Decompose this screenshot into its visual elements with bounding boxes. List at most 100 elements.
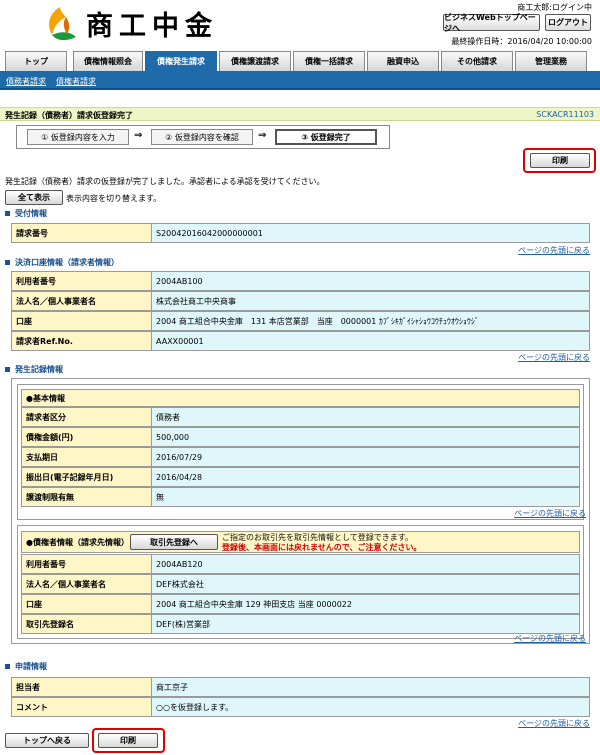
row-value: ○○を仮登録します。 (152, 698, 589, 716)
basic-row-due-date: 支払期日 2016/07/29 (21, 447, 580, 467)
section-receipt-title: 受付情報 (15, 209, 47, 218)
tab-credit-inquiry[interactable]: 債権情報照会 (73, 51, 143, 71)
print-button-top[interactable]: 印刷 (530, 153, 590, 168)
last-operation-time: 最終操作日時：2016/04/20 10:00:00 (451, 37, 592, 46)
creditor-row-account: 口座 2004 商工組合中央金庫 129 神田支店 当座 0000022 (21, 594, 580, 614)
step-1: ① 仮登録内容を入力 (27, 129, 129, 145)
section-receipt: 受付情報 (5, 208, 47, 219)
row-label: 担当者 (12, 678, 152, 696)
section-square-icon (5, 367, 10, 372)
biz-web-top-button[interactable]: ビジネスWebトップページへ (443, 13, 540, 33)
row-value: 2004AB120 (152, 555, 579, 573)
basic-info-title: ●基本情報 (21, 389, 580, 407)
row-value: DEF株式会社 (152, 575, 579, 593)
row-label: 譲渡制限有無 (22, 488, 152, 506)
section-application-title: 申請情報 (15, 662, 47, 671)
section-occurrence-title: 発生記録情報 (15, 365, 63, 374)
row-label: コメント (12, 698, 152, 716)
basic-row-transfer-restriction: 譲渡制限有無無 (21, 487, 580, 507)
section-settlement: 決済口座情報（請求者情報） (5, 257, 119, 268)
show-all-button[interactable]: 全て表示 (5, 190, 63, 205)
register-partner-button[interactable]: 取引先登録へ (130, 534, 218, 550)
logout-button[interactable]: ログアウト (545, 14, 591, 31)
row-value: AAXX00001 (152, 332, 589, 350)
row-label: 法人名／個人事業者名 (12, 292, 152, 310)
row-label: 口座 (12, 312, 152, 330)
page-title: 発生記録（債務者）請求仮登録完了 (5, 111, 133, 120)
row-value: 無 (152, 488, 579, 506)
screen-code: SCKACR11103 (536, 110, 594, 119)
tab-top[interactable]: トップ (5, 51, 67, 71)
to-top-link-1[interactable]: ページの先頭に戻る (518, 245, 590, 256)
sub-nav: 債務者請求 債権者請求 (0, 71, 600, 90)
step-3-current: ③ 仮登録完了 (275, 129, 377, 145)
row-value: 2004 商工組合中央金庫 131 本店営業部 当座 0000001 ｶﾌﾞｼｷ… (152, 312, 589, 330)
basic-row-issue-date: 振出日(電子記録年月日) 2016/04/28 (21, 467, 580, 487)
row-value: 2016/07/29 (152, 448, 579, 466)
settlement-row-account: 口座 2004 商工組合中央金庫 131 本店営業部 当座 0000001 ｶﾌﾞ… (11, 311, 590, 331)
step-indicator: ① 仮登録内容を入力 ⇒ ② 仮登録内容を確認 ⇒ ③ 仮登録完了 (16, 125, 390, 149)
creditor-row-user-number: 利用者番号 2004AB120 (21, 554, 580, 574)
row-value: 株式会社商工中央商事 (152, 292, 589, 310)
tab-admin[interactable]: 管理業務 (515, 51, 587, 71)
row-label: 振出日(電子記録年月日) (22, 468, 152, 486)
row-label: 利用者番号 (12, 272, 152, 290)
section-square-icon (5, 211, 10, 216)
shokochukin-logo-icon (49, 6, 76, 40)
creditor-info-title: ●債権者情報（請求先情報） (26, 537, 129, 547)
row-label: 法人名／個人事業者名 (22, 575, 152, 593)
row-value: 500,000 (152, 428, 579, 446)
application-row-person: 担当者 商工京子 (11, 677, 590, 697)
settlement-row-ref-no: 請求者Ref.No. AAXX00001 (11, 331, 590, 351)
to-top-link-4[interactable]: ページの先頭に戻る (514, 633, 586, 644)
main-tabs: トップ 債権情報照会 債権発生請求 債権譲渡請求 債権一括請求 融資申込 その他… (0, 51, 600, 71)
row-label: 支払期日 (22, 448, 152, 466)
row-label: 取引先登録名 (22, 615, 152, 633)
print-button-bottom[interactable]: 印刷 (98, 733, 158, 748)
tab-credit-transfer[interactable]: 債権譲渡請求 (219, 51, 291, 71)
basic-row-amount: 債権金額(円) 500,000 (21, 427, 580, 447)
row-label: 利用者番号 (22, 555, 152, 573)
completion-message: 発生記録（債務者）請求の仮登録が完了しました。承認者による承認を受けてください。 (5, 177, 325, 186)
subnav-debtor-request[interactable]: 債務者請求 (6, 76, 46, 87)
receipt-row-request-number: 請求番号 S20042016042000000001 (11, 223, 590, 243)
section-square-icon (5, 260, 10, 265)
toggle-description: 表示内容を切り替えます。 (66, 194, 162, 203)
tab-bulk-request[interactable]: 債権一括請求 (293, 51, 365, 71)
page-title-bar: 発生記録（債務者）請求仮登録完了 SCKACR11103 (0, 107, 600, 121)
basic-row-requester-type: 請求者区分 債務者 (21, 407, 580, 427)
section-settlement-title: 決済口座情報（請求者情報） (15, 258, 119, 267)
application-row-comment: コメント ○○を仮登録します。 (11, 697, 590, 717)
row-value: 商工京子 (152, 678, 589, 696)
settlement-row-company: 法人名／個人事業者名 株式会社商工中央商事 (11, 291, 590, 311)
to-top-link-5[interactable]: ページの先頭に戻る (518, 718, 590, 729)
section-application: 申請情報 (5, 661, 47, 672)
logo: 商工中金 (40, 4, 218, 43)
step-arrow-1: ⇒ (134, 130, 143, 141)
subnav-creditor-request[interactable]: 債権者請求 (56, 76, 96, 87)
creditor-row-partner-name: 取引先登録名 DEF(株)営業部 (21, 614, 580, 634)
section-square-icon (5, 664, 10, 669)
settlement-row-user-number: 利用者番号 2004AB100 (11, 271, 590, 291)
section-occurrence: 発生記録情報 (5, 364, 63, 375)
register-warning: 登録後、本画面には戻れませんので、ご注意ください。 (222, 543, 422, 552)
row-value: DEF(株)営業部 (152, 615, 579, 633)
tab-other-request[interactable]: その他請求 (441, 51, 513, 71)
logo-text: 商工中金 (86, 11, 218, 42)
step-arrow-2: ⇒ (258, 130, 267, 141)
to-top-link-3[interactable]: ページの先頭に戻る (514, 508, 586, 519)
row-label: 債権金額(円) (22, 428, 152, 446)
row-value: S20042016042000000001 (152, 224, 589, 242)
row-value: 2004 商工組合中央金庫 129 神田支店 当座 0000022 (152, 595, 579, 613)
row-value: 2004AB100 (152, 272, 589, 290)
header: 商工中金 商工太郎:ログイン中 ビジネスWebトップページへ ログアウト 最終操… (0, 0, 600, 50)
row-label: 請求者Ref.No. (12, 332, 152, 350)
tab-credit-issue[interactable]: 債権発生請求 (145, 51, 217, 71)
to-top-link-2[interactable]: ページの先頭に戻る (518, 352, 590, 363)
tab-loan-application[interactable]: 融資申込 (367, 51, 439, 71)
back-to-top-button[interactable]: トップへ戻る (5, 733, 89, 748)
row-value: 債務者 (152, 408, 579, 426)
row-label: 請求番号 (12, 224, 152, 242)
step-2: ② 仮登録内容を確認 (151, 129, 253, 145)
row-label: 請求者区分 (22, 408, 152, 426)
